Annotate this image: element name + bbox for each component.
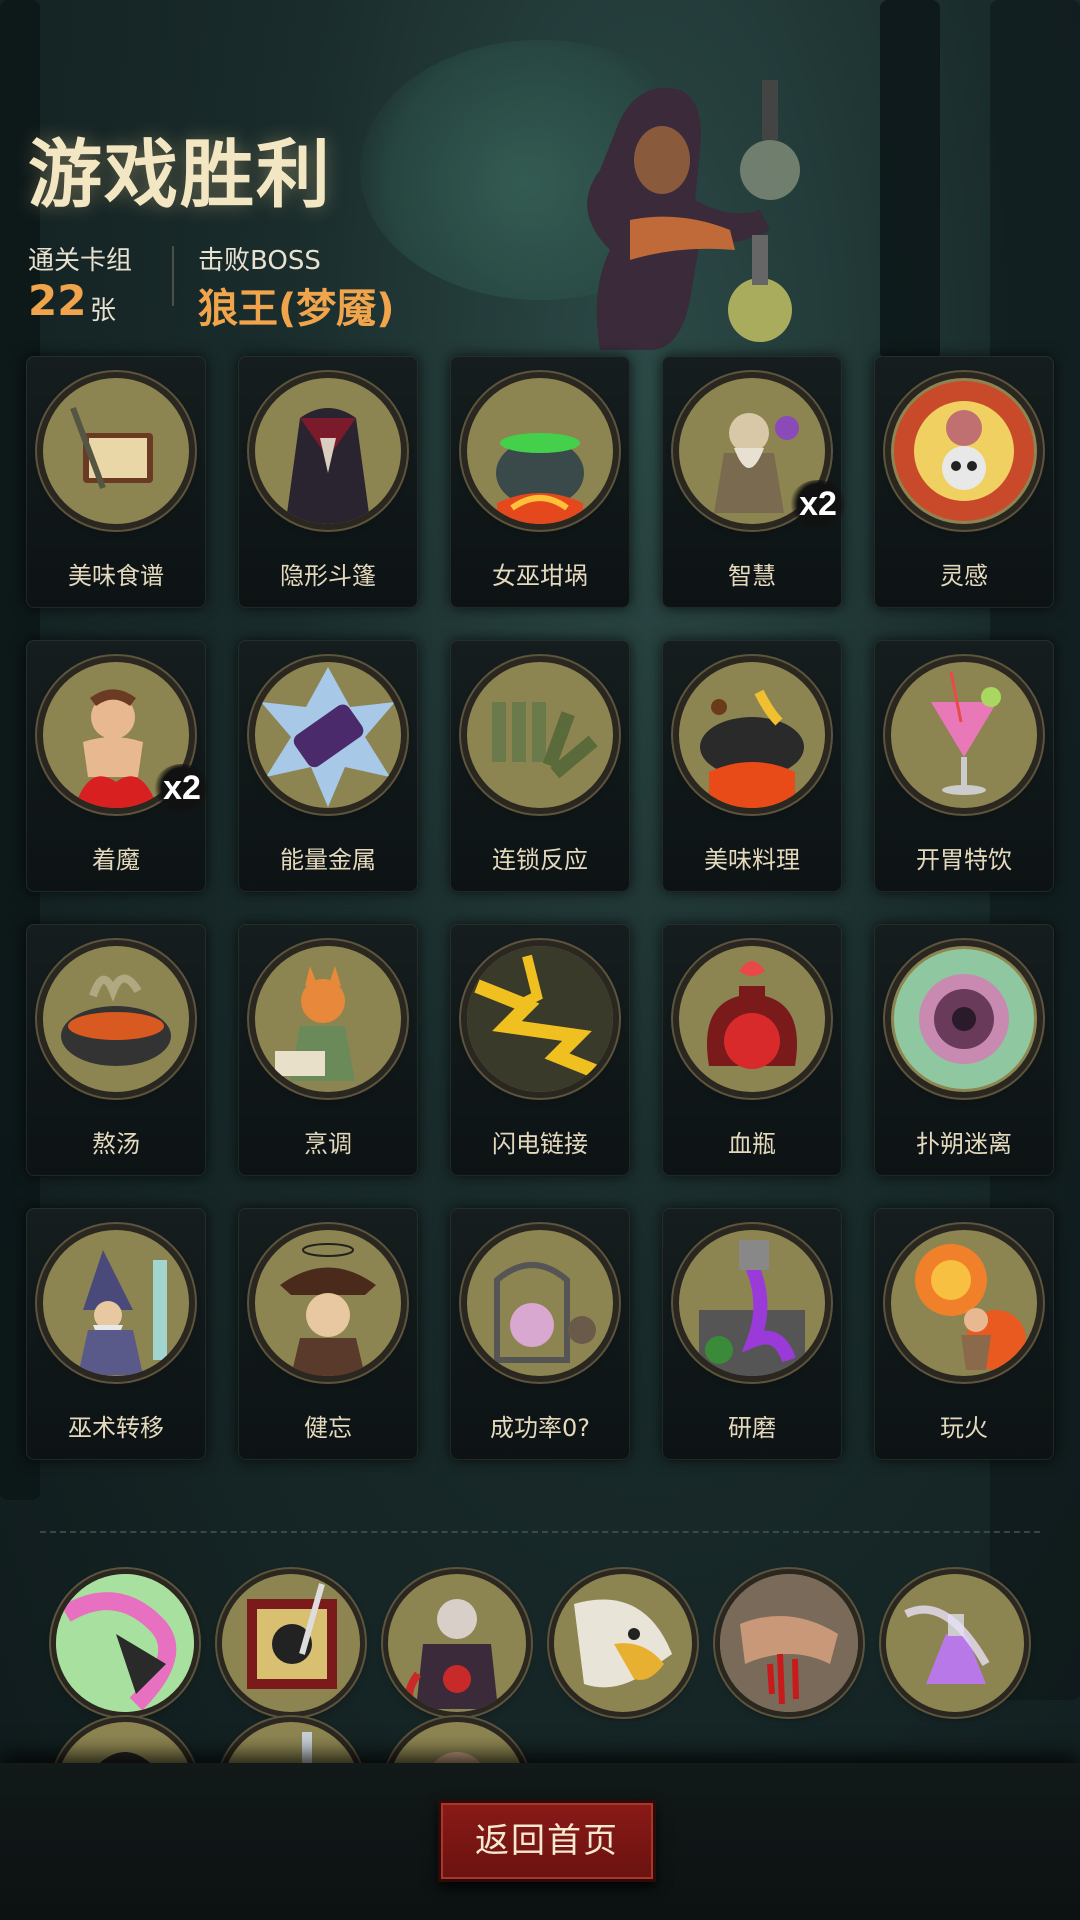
return-home-button[interactable]: 返回首页 [438,1800,656,1882]
fox-chef-icon [255,946,401,1092]
card-item[interactable]: 熬汤 [26,924,206,1176]
card-label: 研磨 [728,1414,776,1442]
section-divider [40,1531,1040,1533]
eagle-icon[interactable] [554,1574,692,1712]
card-label: 女巫坩埚 [492,562,588,590]
card-item[interactable]: 巫术转移 [26,1208,206,1460]
card-multiplier: x2 [154,764,210,812]
card-item[interactable]: 烹调 [238,924,418,1176]
card-label: 美味食谱 [68,562,164,590]
dominoes-icon [467,662,613,808]
card-label: 烹调 [304,1130,352,1158]
card-label: 玩火 [940,1414,988,1442]
page-title: 游戏胜利 [28,132,332,218]
wizard-icon [43,1230,189,1376]
boss-label: 击败BOSS [198,246,321,276]
wok-icon [679,662,825,808]
card-item[interactable]: 健忘 [238,1208,418,1460]
vortex-icon [891,946,1037,1092]
card-label: 血瓶 [728,1130,776,1158]
cauldron-icon [467,378,613,524]
stat-divider [172,246,174,306]
card-item[interactable]: 玩火 [874,1208,1054,1460]
card-item[interactable]: 隐形斗篷 [238,356,418,608]
card-item[interactable]: 连锁反应 [450,640,630,892]
card-item[interactable]: 闪电链接 [450,924,630,1176]
card-item[interactable]: 血瓶 [662,924,842,1176]
card-label: 成功率0? [489,1414,590,1442]
card-item[interactable]: 成功率0? [450,1208,630,1460]
blood-potion-icon [679,946,825,1092]
soup-pot-icon [43,946,189,1092]
card-label: 扑朔迷离 [916,1130,1012,1158]
card-item[interactable]: x2 着魔 [26,640,210,892]
card-label: 开胃特饮 [916,846,1012,874]
card-item[interactable]: 研磨 [662,1208,842,1460]
boss-name: 狼王(梦魇) [198,286,395,332]
card-item[interactable]: 灵感 [874,356,1054,608]
card-label: 熬汤 [92,1130,140,1158]
card-label: 健忘 [304,1414,352,1442]
cloak-icon [255,378,401,524]
card-label: 闪电链接 [492,1130,588,1158]
deck-count: 22 [28,276,87,325]
card-item[interactable]: 开胃特饮 [874,640,1054,892]
chaos-relic-icon[interactable] [56,1574,194,1712]
confused-pirate-icon [255,1230,401,1376]
pirate-flag-icon[interactable] [222,1574,360,1712]
purple-potion-icon[interactable] [886,1574,1024,1712]
vampire-icon[interactable] [388,1574,526,1712]
recipe-book-icon [43,378,189,524]
fire-fighter-icon [891,1230,1037,1376]
card-label: 隐形斗篷 [280,562,376,590]
card-item[interactable]: 扑朔迷离 [874,924,1054,1176]
card-label: 智慧 [728,562,776,590]
card-item[interactable]: x2 智慧 [662,356,846,608]
bleeding-arm-icon[interactable] [720,1574,858,1712]
card-label: 美味料理 [704,846,800,874]
victory-header: 游戏胜利 通关卡组 22 张 击败BOSS 狼王(梦魇) [0,0,1080,350]
card-label: 着魔 [92,846,140,874]
card-label: 能量金属 [280,846,376,874]
witch-illustration [587,80,800,350]
card-item[interactable]: 能量金属 [238,640,418,892]
deck-label: 通关卡组 [28,246,133,276]
caged-creature-icon [467,1230,613,1376]
lightning-icon [467,946,613,1092]
skull-brain-icon [891,378,1037,524]
energy-metal-icon [255,662,401,808]
card-item[interactable]: 女巫坩埚 [450,356,630,608]
card-item[interactable]: 美味料理 [662,640,842,892]
deck-unit: 张 [90,296,117,326]
card-label: 巫术转移 [68,1414,164,1442]
grinder-icon [679,1230,825,1376]
card-label: 灵感 [940,562,988,590]
cocktail-icon [891,662,1037,808]
card-multiplier: x2 [790,480,846,528]
card-item[interactable]: 美味食谱 [26,356,206,608]
card-label: 连锁反应 [492,846,588,874]
